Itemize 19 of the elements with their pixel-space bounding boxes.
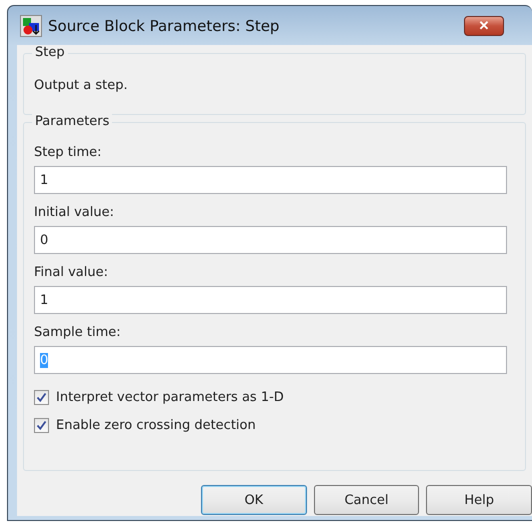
field-label: Initial value: [34,205,114,220]
input-field[interactable]: 1 [34,286,507,314]
app-icon [20,14,42,36]
group-title: Step [32,45,68,60]
description-text: Output a step. [34,78,128,93]
checkbox[interactable] [34,418,49,432]
cancel-button[interactable]: Cancel [314,485,420,515]
field-label: Step time: [34,145,102,160]
close-button[interactable]: ✕ [464,16,504,36]
window-title: Source Block Parameters: Step [48,16,280,34]
input-field[interactable]: 1 [34,166,507,194]
checkbox[interactable] [34,390,49,404]
input-field[interactable]: 0 [34,226,507,254]
field-label: Sample time: [34,325,121,340]
checkbox-label: Enable zero crossing detection [56,418,256,432]
field-label: Final value: [34,265,108,280]
ok-button[interactable]: OK [201,485,307,515]
help-button[interactable]: Help [426,485,532,515]
checkbox-label: Interpret vector parameters as 1-D [56,390,284,404]
